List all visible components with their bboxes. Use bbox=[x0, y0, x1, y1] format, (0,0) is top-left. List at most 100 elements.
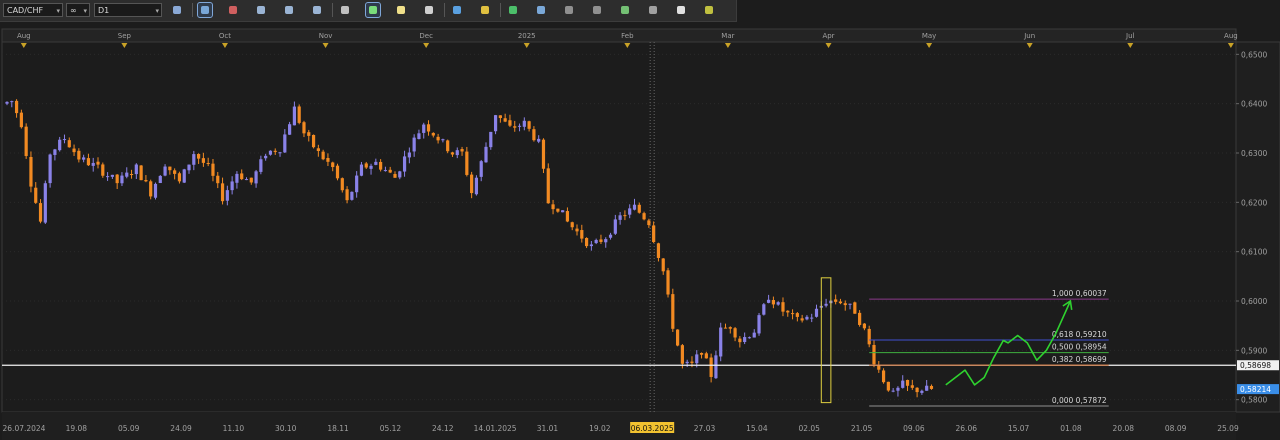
candle-body bbox=[422, 124, 426, 133]
month-label: Aug bbox=[1224, 32, 1238, 40]
month-label: May bbox=[922, 32, 936, 40]
candle-body bbox=[733, 328, 737, 338]
month-label: Mar bbox=[721, 32, 734, 40]
candle-body bbox=[599, 239, 603, 242]
candle-body bbox=[407, 152, 411, 158]
candle-body bbox=[105, 176, 110, 178]
candle-body bbox=[249, 177, 253, 183]
candle-body bbox=[331, 162, 335, 168]
price-chart[interactable]: 0,5800 0,5900 0,6000 0,6100 0,6200 0,6300 0,64… bbox=[0, 0, 1280, 440]
y-tick-label: 0,5900 bbox=[1241, 346, 1267, 355]
candle-body bbox=[29, 156, 33, 187]
candle-body bbox=[446, 140, 450, 152]
horizontal-line-price-label: 0,58698 bbox=[1240, 361, 1271, 370]
date-label: 25.09 bbox=[1217, 424, 1239, 433]
candle-body bbox=[556, 208, 560, 212]
candle-body bbox=[355, 175, 359, 193]
candle-body bbox=[388, 169, 392, 173]
candle-body bbox=[163, 166, 167, 176]
candle-body bbox=[96, 161, 100, 165]
candle-body bbox=[647, 220, 651, 226]
candle-body bbox=[259, 159, 263, 172]
candle-body bbox=[728, 327, 732, 329]
candle-body bbox=[86, 158, 91, 166]
candle-body bbox=[479, 161, 483, 177]
candle-body bbox=[402, 156, 407, 172]
candle-body bbox=[671, 294, 675, 329]
candle-body bbox=[230, 181, 234, 191]
date-label: 11.10 bbox=[223, 424, 245, 433]
candle-body bbox=[565, 211, 570, 222]
candle-body bbox=[503, 118, 507, 122]
date-label: 19.02 bbox=[589, 424, 611, 433]
candle-body bbox=[925, 385, 929, 391]
date-label: 01.08 bbox=[1060, 424, 1082, 433]
candle-body bbox=[149, 181, 153, 197]
candle-body bbox=[326, 157, 330, 162]
candle-body bbox=[805, 316, 809, 320]
date-label: 02.05 bbox=[798, 424, 820, 433]
candle-body bbox=[522, 120, 526, 127]
candle-body bbox=[709, 357, 713, 377]
candle-body bbox=[642, 213, 646, 220]
candle-body bbox=[517, 125, 522, 127]
date-label: 31.01 bbox=[537, 424, 559, 433]
date-label: 06.03.2025 bbox=[631, 424, 674, 433]
candle-body bbox=[288, 124, 292, 135]
candle-body bbox=[628, 208, 632, 215]
candle-body bbox=[608, 234, 613, 238]
candle-body bbox=[5, 101, 9, 104]
month-label: Aug bbox=[17, 32, 31, 40]
candle-body bbox=[450, 152, 455, 155]
date-label: 14.01.2025 bbox=[474, 424, 517, 433]
current-price-label: 0,58214 bbox=[1240, 385, 1271, 394]
candle-body bbox=[235, 173, 239, 183]
month-label: Oct bbox=[219, 32, 231, 40]
candle-body bbox=[470, 174, 474, 194]
candle-body bbox=[790, 313, 795, 315]
candle-body bbox=[283, 134, 287, 153]
candle-body bbox=[704, 353, 708, 359]
candle-body bbox=[843, 303, 847, 306]
candle-body bbox=[800, 318, 804, 321]
date-label: 09.06 bbox=[903, 424, 925, 433]
candle-body bbox=[767, 299, 771, 303]
candle-body bbox=[929, 385, 934, 389]
candle-body bbox=[297, 106, 301, 123]
candle-body bbox=[771, 300, 775, 305]
date-label: 15.07 bbox=[1008, 424, 1030, 433]
candle-body bbox=[82, 157, 86, 160]
candle-body bbox=[580, 230, 584, 239]
candle-body bbox=[417, 133, 421, 140]
candle-body bbox=[216, 175, 220, 184]
candle-body bbox=[436, 136, 440, 141]
candle-body bbox=[77, 150, 81, 160]
candle-body bbox=[206, 163, 210, 165]
candle-body bbox=[867, 328, 871, 345]
candle-body bbox=[379, 161, 383, 170]
candle-body bbox=[695, 354, 699, 364]
date-label: 05.09 bbox=[118, 424, 140, 433]
date-label: 05.12 bbox=[380, 424, 402, 433]
candle-body bbox=[786, 310, 790, 313]
candle-body bbox=[273, 150, 277, 152]
candle-body bbox=[714, 355, 718, 379]
candle-body bbox=[10, 101, 14, 103]
y-tick-label: 0,6100 bbox=[1241, 248, 1267, 257]
date-label: 30.10 bbox=[275, 424, 297, 433]
month-label: Nov bbox=[319, 32, 333, 40]
candle-body bbox=[541, 139, 546, 169]
date-label: 18.11 bbox=[327, 424, 349, 433]
candle-body bbox=[134, 164, 138, 175]
candle-body bbox=[584, 238, 589, 247]
candle-body bbox=[364, 163, 368, 168]
candle-body bbox=[115, 174, 119, 184]
date-label: 19.08 bbox=[66, 424, 88, 433]
price-axis bbox=[1235, 41, 1280, 413]
candle-body bbox=[173, 170, 177, 174]
y-tick-label: 0,6000 bbox=[1241, 297, 1267, 306]
candle-body bbox=[652, 225, 656, 243]
candle-body bbox=[881, 370, 886, 383]
candle-body bbox=[853, 302, 857, 314]
candle-body bbox=[369, 165, 373, 169]
